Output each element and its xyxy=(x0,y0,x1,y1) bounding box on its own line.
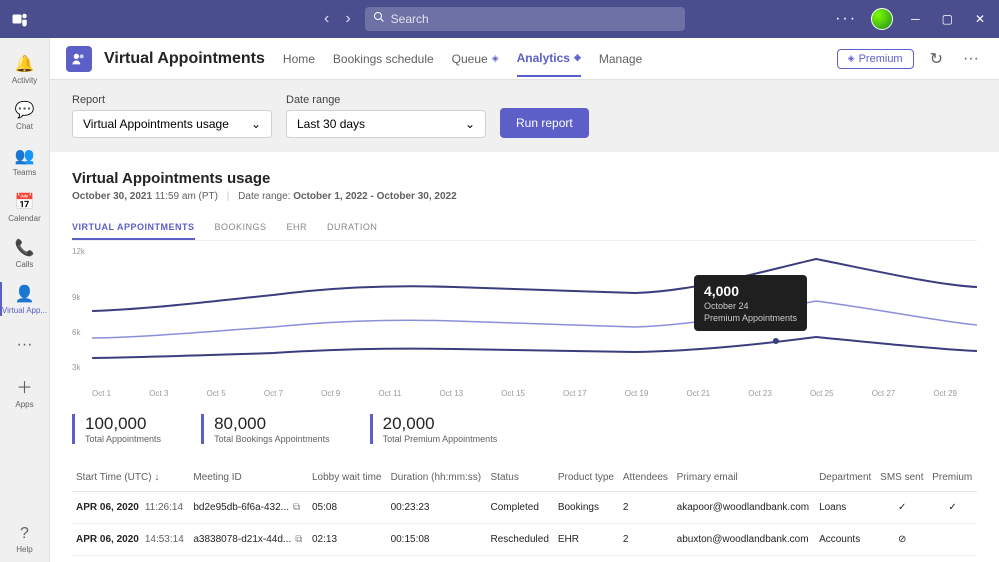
chart-tab-virtual-appointments[interactable]: VIRTUAL APPOINTMENTS xyxy=(72,216,195,240)
stat-total-bookings: 80,000Total Bookings Appointments xyxy=(201,414,330,444)
refresh-button[interactable]: ↻ xyxy=(926,49,947,69)
teams-logo-icon xyxy=(10,9,30,29)
table-header[interactable]: Primary email xyxy=(673,464,815,492)
table-header[interactable]: Product type xyxy=(554,464,619,492)
report-controls: Report Virtual Appointments usage⌄ Date … xyxy=(50,80,999,152)
user-avatar[interactable] xyxy=(871,8,893,30)
nav-back-button[interactable]: ‹ xyxy=(320,6,333,32)
rail-teams[interactable]: 👥Teams xyxy=(0,138,50,184)
search-box[interactable] xyxy=(365,7,685,31)
rail-calls[interactable]: 📞Calls xyxy=(0,230,50,276)
table-header[interactable]: Lobby wait time xyxy=(308,464,387,492)
premium-button[interactable]: ◈Premium xyxy=(837,49,914,69)
bell-icon: 🔔 xyxy=(15,54,35,74)
tab-home[interactable]: Home xyxy=(283,41,315,77)
table-row[interactable]: APR 06, 202011:26:14 bd2e95db-6f6a-432..… xyxy=(72,492,977,524)
daterange-select[interactable]: Last 30 days⌄ xyxy=(286,110,486,138)
app-badge-icon xyxy=(66,46,92,72)
search-input[interactable] xyxy=(391,12,677,26)
table-header[interactable]: Start Time (UTC) ↓ xyxy=(72,464,189,492)
calls-icon: 📞 xyxy=(15,238,35,258)
calendar-icon: 📅 xyxy=(15,192,35,212)
tab-manage[interactable]: Manage xyxy=(599,41,642,77)
line-chart: 12k 9k 6k 3k 4,000 October 24 Premium Ap… xyxy=(72,247,977,387)
report-meta: October 30, 2021 11:59 am (PT) | Date ra… xyxy=(72,191,977,202)
left-rail: 🔔Activity 💬Chat 👥Teams 📅Calendar 📞Calls … xyxy=(0,38,50,562)
rail-chat[interactable]: 💬Chat xyxy=(0,92,50,138)
close-button[interactable]: ✕ xyxy=(971,12,989,26)
titlebar: ‹ › ··· ─ ▢ ✕ xyxy=(0,0,999,38)
run-report-button[interactable]: Run report xyxy=(500,108,589,138)
appointments-table: Start Time (UTC) ↓Meeting IDLobby wait t… xyxy=(72,464,977,562)
chevron-down-icon: ⌄ xyxy=(465,117,475,131)
chevron-down-icon: ⌄ xyxy=(251,117,261,131)
table-header[interactable]: Status xyxy=(487,464,554,492)
more-icon: ··· xyxy=(17,336,33,354)
maximize-button[interactable]: ▢ xyxy=(938,12,957,26)
stat-total-premium: 20,000Total Premium Appointments xyxy=(370,414,498,444)
virtual-app-icon: 👤 xyxy=(15,284,35,304)
table-header[interactable]: Attendees xyxy=(619,464,673,492)
report-label: Report xyxy=(72,94,272,106)
rail-more[interactable]: ··· xyxy=(0,322,50,368)
daterange-label: Date range xyxy=(286,94,486,106)
tab-bookings-schedule[interactable]: Bookings schedule xyxy=(333,41,434,77)
table-row[interactable]: APR 05, 202008:20:00 1b485cb4-18e2-49f..… xyxy=(72,556,977,562)
tab-queue[interactable]: Queue◈ xyxy=(452,41,499,77)
chart-tab-duration[interactable]: DURATION xyxy=(327,216,377,240)
report-select[interactable]: Virtual Appointments usage⌄ xyxy=(72,110,272,138)
table-header[interactable]: Duration (hh:mm:ss) xyxy=(387,464,487,492)
copy-icon[interactable]: ⧉ xyxy=(293,502,300,513)
chart-tab-ehr[interactable]: EHR xyxy=(287,216,308,240)
chat-icon: 💬 xyxy=(15,100,35,120)
copy-icon[interactable]: ⧉ xyxy=(295,534,302,545)
table-header[interactable]: Meeting ID xyxy=(189,464,308,492)
table-header[interactable]: SMS sent xyxy=(876,464,928,492)
page-header: Virtual Appointments Home Bookings sched… xyxy=(50,38,999,80)
table-header[interactable]: Department xyxy=(815,464,876,492)
page-title: Virtual Appointments xyxy=(104,50,265,68)
more-options-button[interactable]: ··· xyxy=(835,10,857,28)
tab-analytics[interactable]: Analytics◈ xyxy=(517,41,581,77)
table-header[interactable]: Premium xyxy=(928,464,977,492)
table-row[interactable]: APR 06, 202014:53:14 a3838078-d21x-44d..… xyxy=(72,524,977,556)
rail-apps[interactable]: ＋Apps xyxy=(0,368,50,414)
rail-help[interactable]: ?Help xyxy=(0,516,50,562)
diamond-icon: ◈ xyxy=(574,52,581,63)
rail-calendar[interactable]: 📅Calendar xyxy=(0,184,50,230)
apps-icon: ＋ xyxy=(16,374,32,398)
report-title: Virtual Appointments usage xyxy=(72,170,977,187)
help-icon: ? xyxy=(20,525,29,543)
rail-virtual-appointments[interactable]: 👤Virtual App... xyxy=(0,276,50,322)
nav-forward-button[interactable]: › xyxy=(341,6,354,32)
header-more-button[interactable]: ··· xyxy=(959,50,983,68)
rail-activity[interactable]: 🔔Activity xyxy=(0,46,50,92)
teams-icon: 👥 xyxy=(15,146,35,166)
chart-tab-bookings[interactable]: BOOKINGS xyxy=(215,216,267,240)
minimize-button[interactable]: ─ xyxy=(907,12,924,26)
search-icon xyxy=(373,10,385,28)
stat-total-appointments: 100,000Total Appointments xyxy=(72,414,161,444)
diamond-icon: ◈ xyxy=(848,53,855,64)
chart-tooltip: 4,000 October 24 Premium Appointments xyxy=(694,275,807,331)
diamond-icon: ◈ xyxy=(492,53,499,64)
chart-xaxis: Oct 1Oct 3Oct 5Oct 7Oct 9Oct 11Oct 13Oct… xyxy=(72,389,977,398)
